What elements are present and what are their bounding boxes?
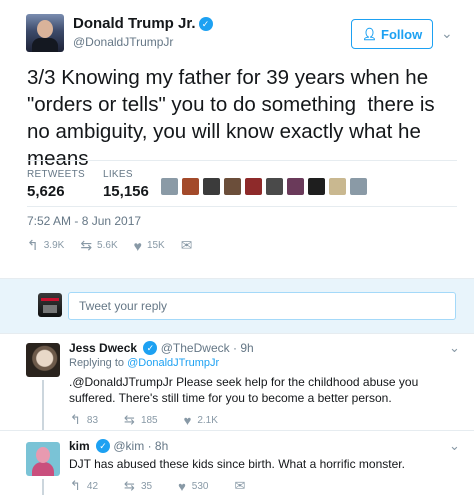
main-tweet: Donald Trump Jr. ✓ @DonaldJTrumpJr 👤︎ Fol… [0, 0, 474, 278]
retweets-stat[interactable]: RETWEETS 5,626 [27, 169, 85, 200]
liker-avatar[interactable] [308, 178, 325, 195]
liker-avatars [161, 178, 367, 195]
heart-icon: ♥ [178, 478, 186, 494]
author-avatar[interactable] [26, 14, 64, 52]
tweet-actions: ↰ 3.9K ⇆ 5.6K ♥ 15K ✉ [27, 237, 213, 254]
retweet-count: 35 [140, 480, 153, 492]
current-user-avatar [38, 293, 62, 317]
add-person-icon: 👤︎ [361, 27, 378, 41]
envelope-icon: ✉ [180, 237, 193, 253]
author-handle[interactable]: @DonaldJTrumpJr [73, 35, 173, 49]
replying-to: Replying to @DonaldJTrumpJr [69, 357, 219, 369]
like-action[interactable]: ♥ 530 [178, 479, 208, 494]
like-count: 2.1K [197, 414, 218, 426]
like-count: 15K [146, 240, 165, 251]
reply-time[interactable]: 9h [240, 341, 253, 355]
retweets-label: RETWEETS [27, 169, 85, 180]
reply-author-handle[interactable]: @TheDweck [161, 341, 230, 355]
liker-avatar[interactable] [203, 178, 220, 195]
reply-author-avatar[interactable] [26, 442, 60, 476]
follow-label: Follow [381, 26, 423, 42]
chevron-down-icon[interactable]: ⌄ [449, 438, 460, 454]
reply-count: 42 [86, 480, 99, 492]
reply-item[interactable]: Jess Dweck ✓ @TheDweck · 9h ⌄ Replying t… [0, 334, 474, 430]
author-name[interactable]: Donald Trump Jr. [73, 15, 196, 32]
separator-dot: · [232, 341, 237, 355]
reply-author-name[interactable]: Jess Dweck [69, 341, 137, 355]
retweet-count: 5.6K [97, 240, 118, 251]
liker-avatar[interactable] [224, 178, 241, 195]
reply-input[interactable]: Tweet your reply [68, 292, 456, 320]
author-name-row[interactable]: Donald Trump Jr. ✓ [73, 15, 213, 32]
reply-composer: Tweet your reply [0, 278, 474, 334]
retweet-icon: ⇆ [124, 478, 135, 493]
reply-icon: ↰ [70, 412, 81, 427]
replying-prefix: Replying to [69, 357, 125, 369]
liker-avatar[interactable] [350, 178, 367, 195]
reply-action[interactable]: ↰ 3.9K [27, 237, 64, 254]
retweet-action[interactable]: ⇆ 185 [124, 412, 158, 428]
thread-line [42, 380, 44, 430]
liker-avatar[interactable] [161, 178, 178, 195]
chevron-down-icon[interactable]: ⌄ [449, 340, 460, 356]
likes-stat[interactable]: LIKES 15,156 [103, 169, 149, 200]
reply-header: Jess Dweck ✓ @TheDweck · 9h [69, 341, 254, 355]
liker-avatar[interactable] [245, 178, 262, 195]
reply-action[interactable]: ↰ 42 [70, 478, 98, 494]
thread-line [42, 479, 44, 495]
retweet-icon: ⇆ [124, 412, 135, 427]
reply-author-avatar[interactable] [26, 343, 60, 377]
reply-count: 83 [86, 414, 99, 426]
verified-badge-icon: ✓ [143, 341, 158, 355]
reply-author-handle[interactable]: @kim [113, 439, 144, 453]
like-action[interactable]: ♥ 15K [134, 238, 165, 254]
dm-action[interactable]: ✉ [234, 478, 251, 494]
reply-time[interactable]: 8h [155, 439, 168, 453]
reply-header: kim ✓ @kim · 8h [69, 439, 168, 453]
dm-action[interactable]: ✉ [181, 237, 198, 254]
reply-actions: ↰ 83 ⇆ 185 ♥ 2.1K [70, 412, 244, 428]
follow-button[interactable]: 👤︎ Follow [351, 19, 433, 49]
divider [27, 160, 457, 161]
reply-text: .@DonaldJTrumpJr Please seek help for th… [69, 375, 419, 405]
likes-label: LIKES [102, 169, 133, 180]
retweet-action[interactable]: ⇆ 5.6K [80, 237, 117, 254]
liker-avatar[interactable] [329, 178, 346, 195]
replying-to-link[interactable]: @DonaldJTrumpJr [127, 357, 219, 369]
heart-icon: ♥ [183, 412, 192, 428]
liker-avatar[interactable] [182, 178, 199, 195]
divider [27, 206, 457, 207]
reply-author-name[interactable]: kim [69, 439, 90, 453]
reply-action[interactable]: ↰ 83 [70, 412, 98, 428]
liker-avatar[interactable] [287, 178, 304, 195]
reply-actions: ↰ 42 ⇆ 35 ♥ 530 ✉ [70, 478, 277, 494]
heart-icon: ♥ [133, 237, 142, 254]
verified-badge-icon: ✓ [96, 439, 111, 453]
tweet-text: 3/3 Knowing my father for 39 years when … [27, 66, 441, 170]
envelope-icon: ✉ [234, 478, 246, 493]
separator-dot: · [147, 439, 152, 453]
chevron-down-icon[interactable]: ⌄ [441, 25, 453, 42]
reply-text: DJT has abused these kids since birth. W… [69, 457, 405, 471]
tweet-timestamp[interactable]: 7:52 AM - 8 Jun 2017 [27, 214, 141, 228]
like-count: 530 [191, 480, 209, 492]
retweets-count: 5,626 [27, 183, 65, 200]
verified-badge-icon: ✓ [198, 17, 213, 31]
retweet-icon: ⇆ [80, 237, 93, 253]
reply-icon: ↰ [27, 237, 39, 253]
retweet-count: 185 [140, 414, 158, 426]
reply-count: 3.9K [43, 240, 65, 251]
reply-icon: ↰ [70, 478, 81, 493]
likes-count: 15,156 [102, 183, 149, 200]
reply-item[interactable]: kim ✓ @kim · 8h ⌄ DJT has abused these k… [0, 431, 474, 495]
liker-avatar[interactable] [266, 178, 283, 195]
tweet-stats: RETWEETS 5,626 LIKES 15,156 [27, 169, 167, 200]
like-action[interactable]: ♥ 2.1K [184, 413, 218, 428]
retweet-action[interactable]: ⇆ 35 [124, 478, 152, 494]
